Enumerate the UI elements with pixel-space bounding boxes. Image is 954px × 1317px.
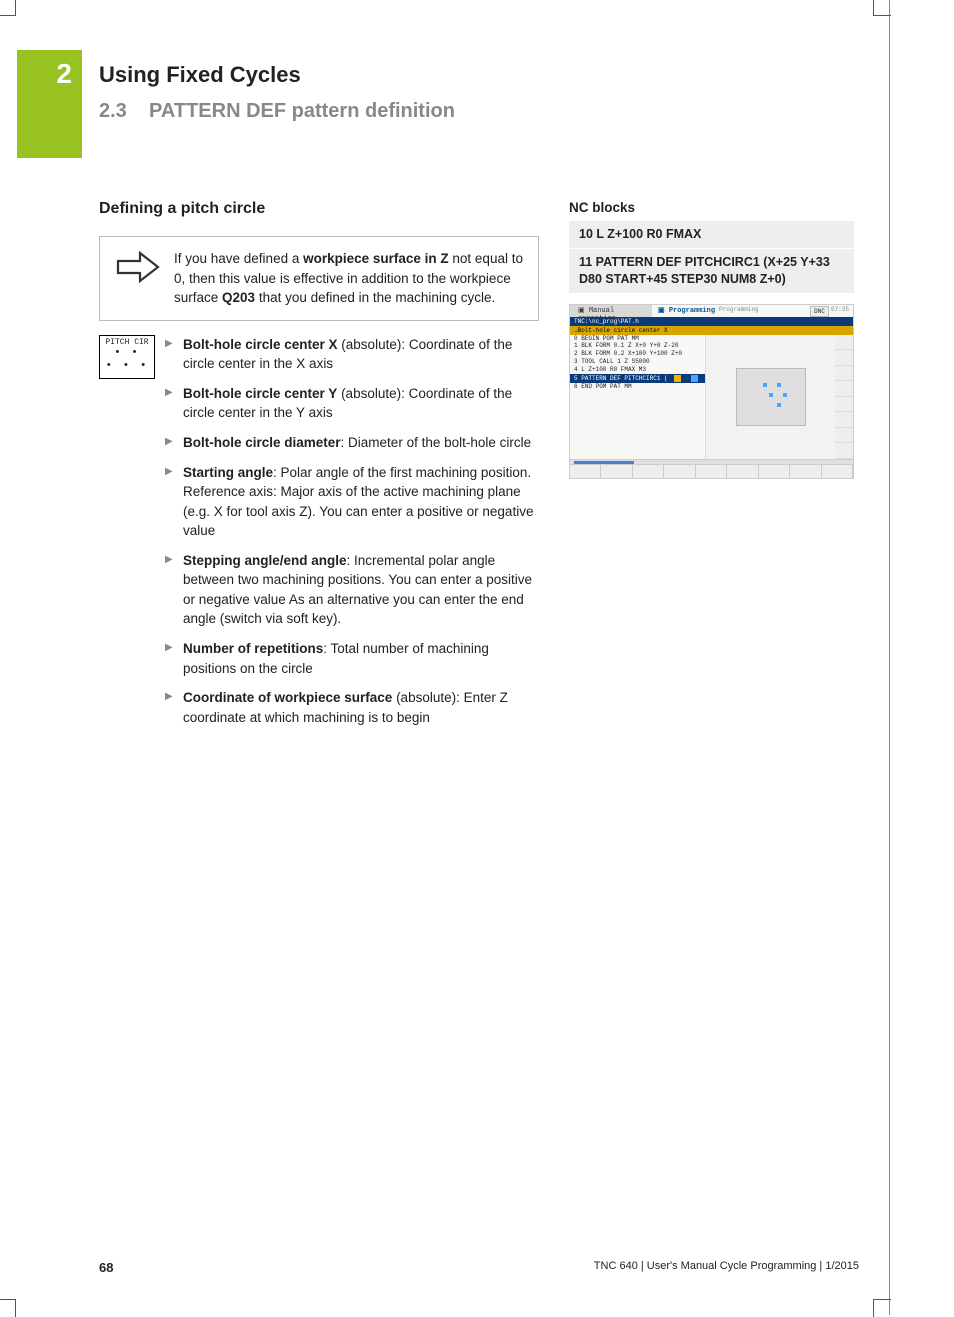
nc-blocks-heading: NC blocks	[569, 200, 854, 215]
parameter-item: Bolt-hole circle center X (absolute): Co…	[165, 335, 539, 374]
chapter-title: Using Fixed Cycles	[99, 62, 301, 88]
note-box: If you have defined a workpiece surface …	[99, 236, 539, 321]
parameter-item: Bolt-hole circle center Y (absolute): Co…	[165, 384, 539, 423]
page: 2 Using Fixed Cycles 2.3 PATTERN DEF pat…	[0, 0, 890, 1315]
ss-graphics-pane	[705, 335, 835, 459]
parameter-item: Stepping angle/end angle: Incremental po…	[165, 551, 539, 629]
ss-mode-manual: Manual operation	[570, 305, 652, 317]
ss-code-line: 1 BLK FORM 0.1 Z X+0 Y+0 Z-20	[570, 342, 705, 350]
ss-code-line: 2 BLK FORM 0.2 X+100 Y+100 Z+0	[570, 350, 705, 358]
page-number: 68	[99, 1260, 113, 1275]
chapter-number-tab: 2	[17, 50, 82, 158]
column-left: Defining a pitch circle If you have defi…	[99, 200, 539, 737]
section-name: PATTERN DEF pattern definition	[149, 100, 455, 122]
ss-dnc-badge: DNC	[810, 306, 829, 317]
softkey-graphic: • •• • •	[100, 347, 154, 373]
crop-mark	[0, 0, 16, 16]
marker-icon	[691, 375, 698, 382]
ss-program-path: TNC:\nc_prog\PAT.h	[570, 317, 853, 326]
ss-code-line: 0 BEGIN PGM PAT MM	[570, 335, 705, 343]
ss-highlight-prompt: →Bolt-hole circle center X	[570, 326, 853, 335]
parameter-item: Starting angle: Polar angle of the first…	[165, 463, 539, 541]
ss-submode: Programming	[719, 305, 759, 317]
ss-code-line: 4 L Z+100 R0 FMAX M3	[570, 366, 705, 374]
ss-selected-line: 5 PATTERN DEF PITCHCIRC1 (	[570, 374, 705, 383]
ss-body: 0 BEGIN PGM PAT MM 1 BLK FORM 0.1 Z X+0 …	[570, 335, 853, 459]
cursor-icon	[674, 375, 681, 382]
nc-block-line: 10 L Z+100 R0 FMAX	[569, 221, 854, 249]
parameter-item: Number of repetitions: Total number of m…	[165, 639, 539, 678]
section-number: 2.3	[99, 100, 127, 122]
footer: 68 TNC 640 | User's Manual Cycle Program…	[99, 1260, 859, 1275]
control-screenshot: Manual operation Programming Programming…	[569, 304, 854, 479]
footer-text: TNC 640 | User's Manual Cycle Programmin…	[594, 1260, 859, 1275]
ss-softkey-row	[570, 464, 853, 478]
parameter-list: Bolt-hole circle center X (absolute): Co…	[165, 335, 539, 738]
ss-time: 07:35	[831, 305, 853, 317]
ss-header: Manual operation Programming Programming…	[570, 305, 853, 317]
nc-block-line: 11 PATTERN DEF PITCHCIRC1 (X+25 Y+33 D80…	[569, 249, 854, 294]
column-right: NC blocks 10 L Z+100 R0 FMAX 11 PATTERN …	[569, 200, 854, 737]
crop-mark	[0, 1299, 16, 1317]
ss-mode-programming: Programming	[652, 305, 721, 317]
softkey-label: PITCH CIR	[100, 338, 154, 348]
parameter-block: PITCH CIR • •• • • Bolt-hole circle cent…	[99, 335, 539, 738]
arrow-right-icon	[114, 249, 162, 308]
note-text: If you have defined a workpiece surface …	[174, 249, 524, 308]
subheading: Defining a pitch circle	[99, 200, 539, 218]
ss-code-line: 3 TOOL CALL 1 Z S5000	[570, 358, 705, 366]
parameter-item: Bolt-hole circle diameter: Diameter of t…	[165, 433, 539, 453]
ss-workpiece	[736, 368, 806, 426]
ss-sidebar	[835, 335, 853, 459]
crop-mark	[873, 1299, 891, 1317]
parameter-item: Coordinate of workpiece surface (absolut…	[165, 688, 539, 727]
ss-code-pane: 0 BEGIN PGM PAT MM 1 BLK FORM 0.1 Z X+0 …	[570, 335, 705, 459]
content-columns: Defining a pitch circle If you have defi…	[99, 200, 859, 737]
ss-code-line: 6 END PGM PAT MM	[570, 383, 705, 391]
softkey-pitch-cir[interactable]: PITCH CIR • •• • •	[99, 335, 155, 379]
ss-scrollbar	[570, 459, 853, 464]
crop-mark	[873, 0, 891, 16]
section-title: 2.3 PATTERN DEF pattern definition	[99, 100, 455, 123]
